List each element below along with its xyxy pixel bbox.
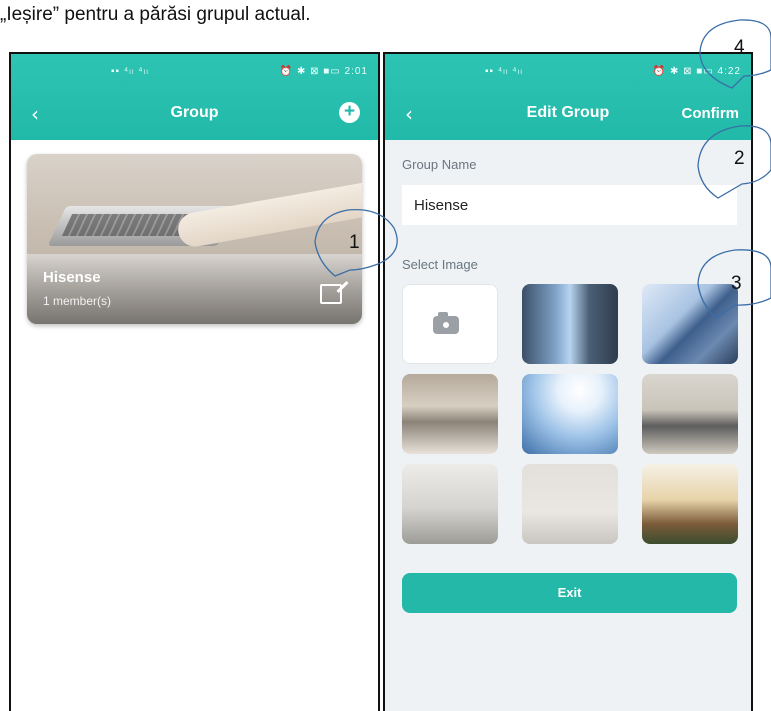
image-option-wall-clock[interactable] (522, 464, 618, 544)
plus-circle-icon[interactable]: + (339, 102, 360, 123)
image-option-bookshelf[interactable] (642, 464, 738, 544)
nav-row: ‹ Group + (11, 96, 378, 130)
image-option-laptop[interactable] (402, 374, 498, 454)
card-shade (27, 254, 362, 324)
top-bar: ▪▪ ⁴ₗₗ ⁴ₗₗ ⏰ ✱ ⊠ ■▭ 2:01 ‹ Group + (11, 54, 378, 140)
exit-button[interactable]: Exit (402, 573, 737, 613)
group-name-input[interactable] (402, 185, 737, 225)
signal-icons: ▪▪ ⁴ₗₗ ⁴ₗₗ (111, 66, 149, 77)
group-name-label: Group Name (402, 157, 477, 172)
status-time: ⏰ ✱ ⊠ ■▭ 4:22 (652, 66, 741, 77)
status-bar: ▪▪ ⁴ₗₗ ⁴ₗₗ ⏰ ✱ ⊠ ■▭ 2:01 (11, 62, 378, 82)
select-image-label: Select Image (402, 257, 478, 272)
image-option-skyscraper[interactable] (522, 284, 618, 364)
group-card[interactable]: Hisense 1 member(s) (27, 154, 362, 324)
group-name: Hisense (43, 269, 101, 286)
confirm-button[interactable]: Confirm (682, 105, 740, 122)
group-list-screen: ▪▪ ⁴ₗₗ ⁴ₗₗ ⏰ ✱ ⊠ ■▭ 2:01 ‹ Group + Hisen… (9, 52, 380, 711)
status-time: ⏰ ✱ ⊠ ■▭ 2:01 (279, 66, 368, 77)
top-bar: ▪▪ ⁴ₗₗ ⁴ₗₗ ⏰ ✱ ⊠ ■▭ 4:22 ‹ Edit Group Co… (385, 54, 751, 140)
edit-group-screen: ▪▪ ⁴ₗₗ ⁴ₗₗ ⏰ ✱ ⊠ ■▭ 4:22 ‹ Edit Group Co… (383, 52, 753, 711)
image-option-glass-tower[interactable] (522, 374, 618, 454)
camera-lens-icon (441, 320, 451, 330)
image-option-building[interactable] (642, 284, 738, 364)
nav-row: ‹ Edit Group Confirm (385, 96, 751, 130)
caption-text: „Ieșire” pentru a părăsi grupul actual. (0, 4, 311, 25)
image-option-bicycle[interactable] (402, 464, 498, 544)
signal-icons: ▪▪ ⁴ₗₗ ⁴ₗₗ (485, 66, 523, 77)
card-image-arm (175, 182, 362, 250)
page-title: Group (170, 104, 219, 121)
status-bar: ▪▪ ⁴ₗₗ ⁴ₗₗ ⏰ ✱ ⊠ ■▭ 4:22 (385, 62, 751, 82)
group-member-count: 1 member(s) (43, 294, 112, 308)
edit-icon[interactable] (320, 284, 342, 304)
image-option-living-room[interactable] (642, 374, 738, 454)
camera-option[interactable] (402, 284, 498, 364)
